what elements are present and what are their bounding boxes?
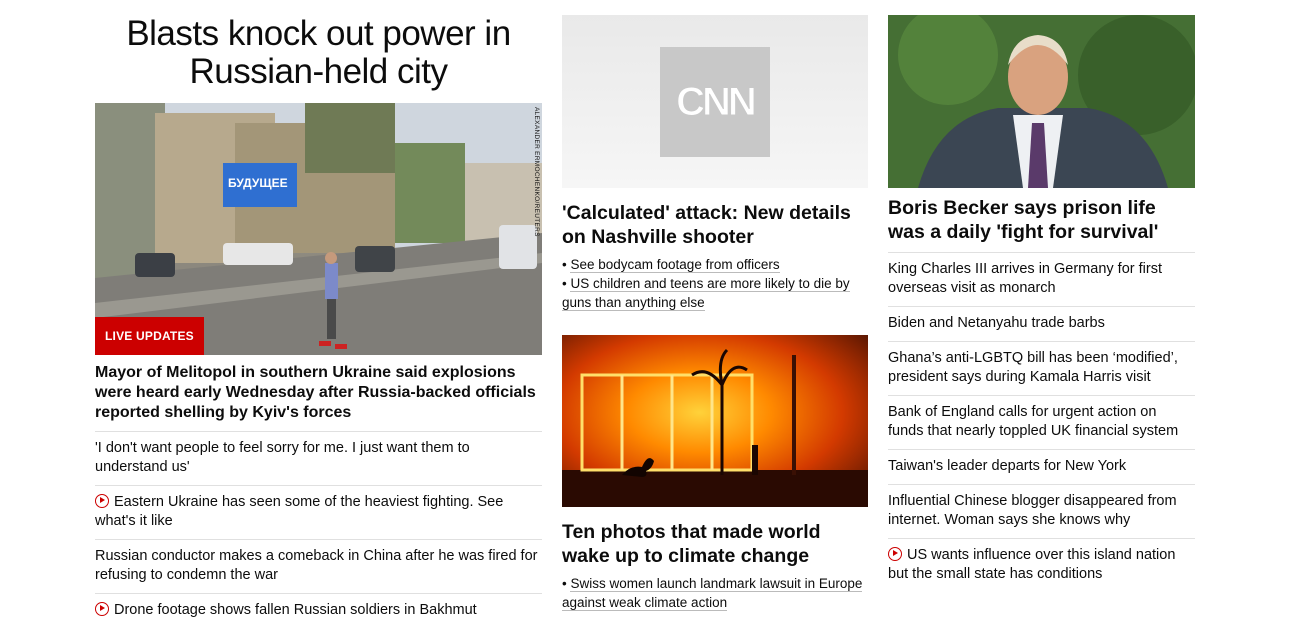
top-stories-list: King Charles III arrives in Germany for … [888, 252, 1195, 592]
nashville-related-list: See bodycam footage from officers US chi… [562, 255, 868, 312]
story-link[interactable]: Ghana’s anti-LGBTQ bill has been ‘modifi… [888, 350, 1178, 385]
story-link[interactable]: Influential Chinese blogger disappeared … [888, 493, 1177, 528]
story-link[interactable]: Swiss women launch landmark lawsuit in E… [562, 576, 863, 611]
nashville-story-headline[interactable]: 'Calculated' attack: New details on Nash… [562, 201, 868, 249]
list-item[interactable]: Drone footage shows fallen Russian soldi… [95, 593, 542, 628]
list-item[interactable]: US children and teens are more likely to… [562, 274, 868, 312]
story-link[interactable]: Biden and Netanyahu trade barbs [888, 315, 1105, 331]
becker-story-image[interactable] [888, 15, 1195, 188]
list-item[interactable]: Russian conductor makes a comeback in Ch… [95, 539, 542, 593]
story-link[interactable]: King Charles III arrives in Germany for … [888, 261, 1162, 296]
list-item[interactable]: Bank of England calls for urgent action … [888, 395, 1195, 449]
middle-column: CNN 'Calculated' attack: New details on … [562, 0, 868, 612]
story-link[interactable]: Taiwan's leader departs for New York [888, 458, 1126, 474]
bushfire-illustration [562, 348, 868, 507]
climate-story-image[interactable] [562, 335, 868, 507]
play-icon [888, 547, 902, 561]
list-item[interactable]: Swiss women launch landmark lawsuit in E… [562, 574, 868, 612]
lead-story-column: Blasts knock out power in Russian-held c… [95, 0, 542, 628]
story-link[interactable]: Russian conductor makes a comeback in Ch… [95, 548, 537, 583]
related-stories-list: 'I don't want people to feel sorry for m… [95, 431, 542, 628]
play-icon [95, 494, 109, 508]
play-icon [95, 602, 109, 616]
list-item[interactable]: See bodycam footage from officers [562, 255, 868, 274]
lead-story-headline[interactable]: Mayor of Melitopol in southern Ukraine s… [95, 363, 542, 431]
story-link[interactable]: US children and teens are more likely to… [562, 276, 850, 311]
story-link[interactable]: US wants influence over this island nati… [888, 547, 1175, 582]
right-column: Boris Becker says prison life was a dail… [888, 0, 1195, 592]
cnn-logo: CNN [660, 47, 770, 157]
list-item[interactable]: Eastern Ukraine has seen some of the hea… [95, 485, 542, 539]
lead-story-image[interactable]: БУДУЩЕЕ ALEXANDER ERMOCHENKO/REUTERS LIV… [95, 103, 542, 355]
cnn-logo-text: CNN [676, 79, 758, 124]
list-item[interactable]: Taiwan's leader departs for New York [888, 449, 1195, 484]
nashville-story-image[interactable]: CNN [562, 15, 868, 188]
billboard-text: БУДУЩЕЕ [228, 176, 288, 190]
story-link[interactable]: 'I don't want people to feel sorry for m… [95, 440, 470, 475]
climate-related-list: Swiss women launch landmark lawsuit in E… [562, 574, 868, 612]
climate-story-headline[interactable]: Ten photos that made world wake up to cl… [562, 520, 868, 568]
list-item[interactable]: Biden and Netanyahu trade barbs [888, 306, 1195, 341]
story-link[interactable]: Bank of England calls for urgent action … [888, 404, 1178, 439]
list-item[interactable]: Ghana’s anti-LGBTQ bill has been ‘modifi… [888, 341, 1195, 395]
image-credit: ALEXANDER ERMOCHENKO/REUTERS [533, 107, 540, 237]
list-item[interactable]: Influential Chinese blogger disappeared … [888, 484, 1195, 538]
portrait-illustration [888, 15, 1195, 188]
live-updates-badge[interactable]: LIVE UPDATES [95, 317, 204, 355]
lead-story-title[interactable]: Blasts knock out power in Russian-held c… [95, 15, 542, 91]
story-link[interactable]: Eastern Ukraine has seen some of the hea… [95, 494, 503, 529]
list-item[interactable]: 'I don't want people to feel sorry for m… [95, 431, 542, 485]
list-item[interactable]: King Charles III arrives in Germany for … [888, 252, 1195, 306]
list-item[interactable]: US wants influence over this island nati… [888, 538, 1195, 592]
story-link[interactable]: Drone footage shows fallen Russian soldi… [114, 602, 477, 618]
becker-story-headline[interactable]: Boris Becker says prison life was a dail… [888, 196, 1195, 252]
story-link[interactable]: See bodycam footage from officers [570, 257, 780, 273]
